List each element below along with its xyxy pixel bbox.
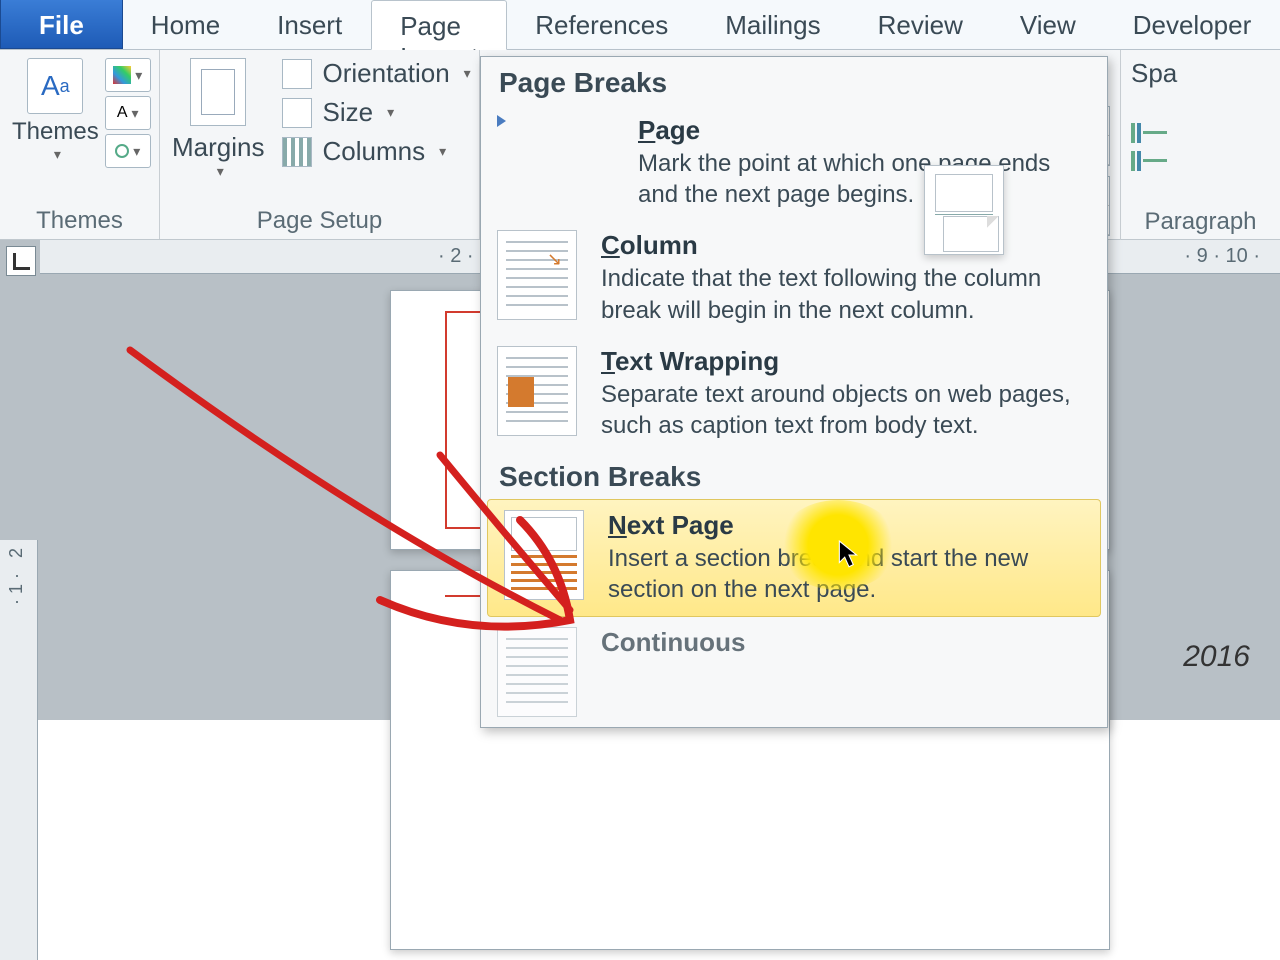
- tab-view[interactable]: View: [992, 0, 1105, 49]
- break-option-text-wrapping[interactable]: Text Wrapping Separate text around objec…: [481, 336, 1107, 451]
- break-option-continuous[interactable]: Continuous: [481, 617, 1107, 717]
- spacing-label: Spa: [1131, 58, 1270, 89]
- option-title: Text Wrapping: [601, 346, 1091, 377]
- group-label-page-setup: Page Setup: [172, 203, 467, 235]
- tab-stop-selector[interactable]: [6, 246, 36, 276]
- tab-developer[interactable]: Developer: [1105, 0, 1280, 49]
- page-break-icon: [924, 165, 1004, 255]
- vertical-ruler[interactable]: · 1 · 2: [0, 540, 38, 960]
- column-break-icon: ↘: [497, 230, 577, 320]
- option-desc: Mark the point at which one page ends an…: [638, 148, 1091, 210]
- tab-insert[interactable]: Insert: [249, 0, 371, 49]
- option-desc: Indicate that the text following the col…: [601, 263, 1091, 325]
- break-option-next-page[interactable]: Next Page Insert a section break and sta…: [487, 499, 1101, 616]
- option-title: Continuous: [601, 627, 1091, 658]
- option-title: Column: [601, 230, 1091, 261]
- option-desc: Separate text around objects on web page…: [601, 379, 1091, 441]
- line-spacing-icon: [1131, 123, 1167, 143]
- group-paragraph: Spa Paragraph: [1120, 50, 1280, 240]
- continuous-section-break-icon: [497, 627, 577, 717]
- tab-home[interactable]: Home: [123, 0, 249, 49]
- group-page-setup: Margins ▾ Orientation▾ Size▾ Columns▾ Pa…: [160, 50, 480, 239]
- orientation-button[interactable]: Orientation▾: [282, 58, 470, 89]
- ruler-mark: · 2 ·: [438, 245, 474, 268]
- break-option-column[interactable]: ↘ Column Indicate that the text followin…: [481, 220, 1107, 335]
- chevron-down-icon[interactable]: ▾: [217, 163, 224, 180]
- theme-effects-button[interactable]: ▾: [105, 134, 151, 168]
- size-icon: [282, 98, 312, 128]
- columns-icon: [282, 137, 312, 167]
- size-button[interactable]: Size▾: [282, 97, 470, 128]
- next-page-section-break-icon: [504, 510, 584, 600]
- orientation-icon: [282, 59, 312, 89]
- breaks-dropdown: Page Breaks Page Mark the point at which…: [480, 56, 1108, 728]
- chevron-down-icon[interactable]: ▾: [54, 146, 61, 163]
- themes-button[interactable]: Aa: [27, 58, 83, 114]
- tab-file[interactable]: File: [0, 0, 123, 49]
- ribbon-tabs: File Home Insert Page Layout References …: [0, 0, 1280, 50]
- text-wrapping-break-icon: [497, 346, 577, 436]
- break-option-page[interactable]: Page Mark the point at which one page en…: [481, 105, 1107, 220]
- group-label-themes: Themes: [12, 203, 147, 235]
- margins-button[interactable]: Margins: [172, 132, 264, 163]
- document-text-year: 2016: [1183, 640, 1250, 674]
- columns-button[interactable]: Columns▾: [282, 136, 470, 167]
- line-spacing-icon: [1131, 151, 1167, 171]
- margins-icon: [190, 58, 246, 126]
- tab-references[interactable]: References: [507, 0, 697, 49]
- theme-fonts-button[interactable]: A▾: [105, 96, 151, 130]
- group-themes: Aa Themes ▾ ▾ A▾ ▾ Themes: [0, 50, 160, 239]
- tab-review[interactable]: Review: [850, 0, 992, 49]
- group-label-paragraph: Paragraph: [1131, 204, 1270, 236]
- dropdown-header-page-breaks: Page Breaks: [481, 57, 1107, 105]
- tab-mailings[interactable]: Mailings: [697, 0, 849, 49]
- themes-label: Themes: [12, 118, 99, 146]
- ruler-mark: · 9 · 10 ·: [1184, 245, 1260, 268]
- option-title: Next Page: [608, 510, 1084, 541]
- option-desc: Insert a section break and start the new…: [608, 543, 1084, 605]
- selection-indicator-icon: [497, 115, 506, 127]
- tab-page-layout[interactable]: Page Layout: [371, 0, 507, 50]
- theme-colors-button[interactable]: ▾: [105, 58, 151, 92]
- option-title: Page: [638, 115, 1091, 146]
- dropdown-header-section-breaks: Section Breaks: [481, 451, 1107, 499]
